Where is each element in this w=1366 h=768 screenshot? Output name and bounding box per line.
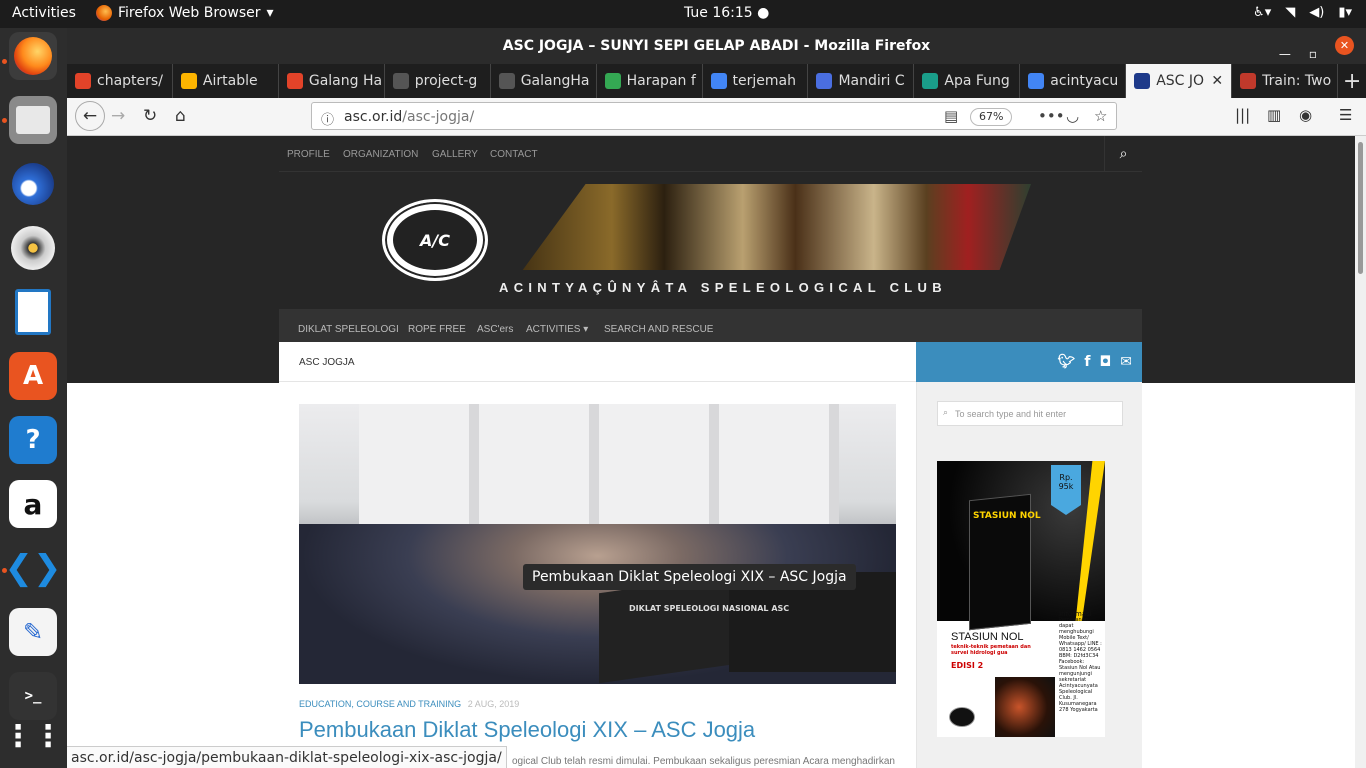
status-bar-link: asc.or.id/asc-jogja/pembukaan-diklat-spe… — [67, 746, 507, 768]
ad-headline: STASIUN NOL — [951, 631, 1024, 643]
thunderbird-icon[interactable] — [9, 160, 57, 208]
ad-photo — [995, 677, 1055, 737]
instagram-icon[interactable]: ◘ — [1100, 354, 1112, 370]
social-bar: 🐦︎ f ◘ ✉ — [916, 342, 1142, 382]
site-name: ACINTYAÇÛNYÂTA SPELEOLOGICAL CLUB — [499, 280, 947, 295]
image-banner-text: DIKLAT SPELEOLOGI NASIONAL ASC — [629, 604, 790, 613]
files-icon[interactable] — [9, 96, 57, 144]
header-photo-banner — [522, 184, 1031, 270]
rhythmbox-icon[interactable] — [9, 224, 57, 272]
running-indicator — [2, 59, 7, 64]
vertical-scrollbar[interactable] — [1355, 136, 1366, 768]
post-excerpt: ogical Club telah resmi dimulai. Pembuka… — [512, 756, 895, 767]
libreoffice-writer-icon[interactable] — [9, 288, 57, 336]
vscode-icon[interactable]: ❮❯ — [5, 544, 62, 592]
nav-rope-free[interactable]: ROPE FREE — [408, 324, 466, 335]
show-apps-icon[interactable]: ⋮⋮ — [3, 712, 63, 760]
firefox-icon[interactable] — [9, 32, 57, 80]
gnome-top-bar: Activities Firefox Web Browser ▾ Tue 16:… — [0, 0, 1366, 28]
post-category[interactable]: EDUCATION, COURSE AND TRAINING — [299, 699, 461, 709]
running-indicator — [2, 568, 7, 573]
facebook-icon[interactable]: f — [1084, 354, 1090, 370]
ubuntu-dock: A ? a ❮❯ ✎ >_ ⋮⋮ — [0, 28, 67, 768]
viewport: PROFILE ORGANIZATION GALLERY CONTACT ⌕ A… — [67, 28, 1366, 768]
nav-gallery[interactable]: GALLERY — [432, 149, 478, 160]
post-title[interactable]: Pembukaan Diklat Speleologi XIX – ASC Jo… — [299, 717, 755, 743]
ad-subtitle: teknik-teknik pemetaan dan survei hidrol… — [951, 644, 1031, 656]
nav-search-rescue[interactable]: SEARCH AND RESCUE — [604, 324, 713, 335]
web-page: PROFILE ORGANIZATION GALLERY CONTACT ⌕ A… — [67, 136, 1355, 768]
amazon-icon[interactable]: a — [9, 480, 57, 528]
book-advert[interactable]: STASIUN NOL Rp. 95k STASIUN NOL teknik-t… — [937, 461, 1105, 737]
sidebar-search-input[interactable]: ⌕ To search type and hit enter — [937, 401, 1123, 426]
sidebar: ⌕ To search type and hit enter STASIUN NO… — [916, 382, 1142, 768]
nav-contact[interactable]: CONTACT — [490, 149, 538, 160]
nav-organization[interactable]: ORGANIZATION — [343, 149, 418, 160]
breadcrumb: ASC JOGJA — [279, 342, 916, 382]
scrollbar-thumb[interactable] — [1358, 142, 1363, 274]
site-top-nav: PROFILE ORGANIZATION GALLERY CONTACT ⌕ — [279, 136, 1142, 172]
activities-button[interactable]: Activities — [12, 5, 76, 21]
featured-image[interactable]: DIKLAT SPELEOLOGI NASIONAL ASC — [299, 404, 896, 684]
search-icon: ⌕ — [943, 407, 949, 417]
app-menu[interactable]: Firefox Web Browser ▾ — [96, 5, 274, 21]
page-title: ASC JOGJA — [299, 357, 355, 368]
wifi-icon[interactable]: ◥ — [1285, 5, 1295, 20]
system-tray[interactable]: ♿︎▾ ◥ ◀) ▮▾ — [1253, 5, 1352, 20]
nav-profile[interactable]: PROFILE — [287, 149, 330, 160]
ad-edition: EDISI 2 — [951, 661, 984, 670]
volume-icon[interactable]: ◀) — [1309, 5, 1324, 20]
post-meta: EDUCATION, COURSE AND TRAINING 2 AUG, 20… — [299, 699, 519, 709]
twitter-icon[interactable]: 🐦︎ — [1058, 354, 1076, 370]
text-editor-icon[interactable]: ✎ — [9, 608, 57, 656]
help-icon[interactable]: ? — [9, 416, 57, 464]
search-icon[interactable]: ⌕ — [1104, 136, 1142, 172]
post-date: 2 AUG, 2019 — [467, 699, 520, 709]
ad-info: Informasi Pemesanan dapat menghubungi Mob… — [1059, 610, 1102, 714]
firefox-small-icon — [96, 5, 112, 21]
software-center-icon[interactable]: A — [9, 352, 57, 400]
running-indicator — [2, 118, 7, 123]
club-logo[interactable]: A/C — [382, 199, 488, 281]
chevron-down-icon: ▾ — [266, 5, 274, 21]
nav-diklat[interactable]: DIKLAT SPELEOLOGI — [298, 324, 399, 335]
email-icon[interactable]: ✉ — [1120, 354, 1132, 370]
club-seal-icon — [949, 707, 975, 727]
tooltip: Pembukaan Diklat Speleologi XIX – ASC Jo… — [523, 564, 856, 590]
price-tag: Rp. 95k — [1051, 465, 1081, 515]
nav-activities[interactable]: ACTIVITIES ▾ — [526, 324, 588, 335]
battery-icon[interactable]: ▮▾ — [1338, 5, 1352, 20]
accessibility-icon[interactable]: ♿︎▾ — [1253, 5, 1271, 20]
clock[interactable]: Tue 16:15 ● — [684, 5, 769, 21]
nav-ascers[interactable]: ASC'ers — [477, 324, 513, 335]
app-menu-label: Firefox Web Browser — [118, 5, 261, 21]
